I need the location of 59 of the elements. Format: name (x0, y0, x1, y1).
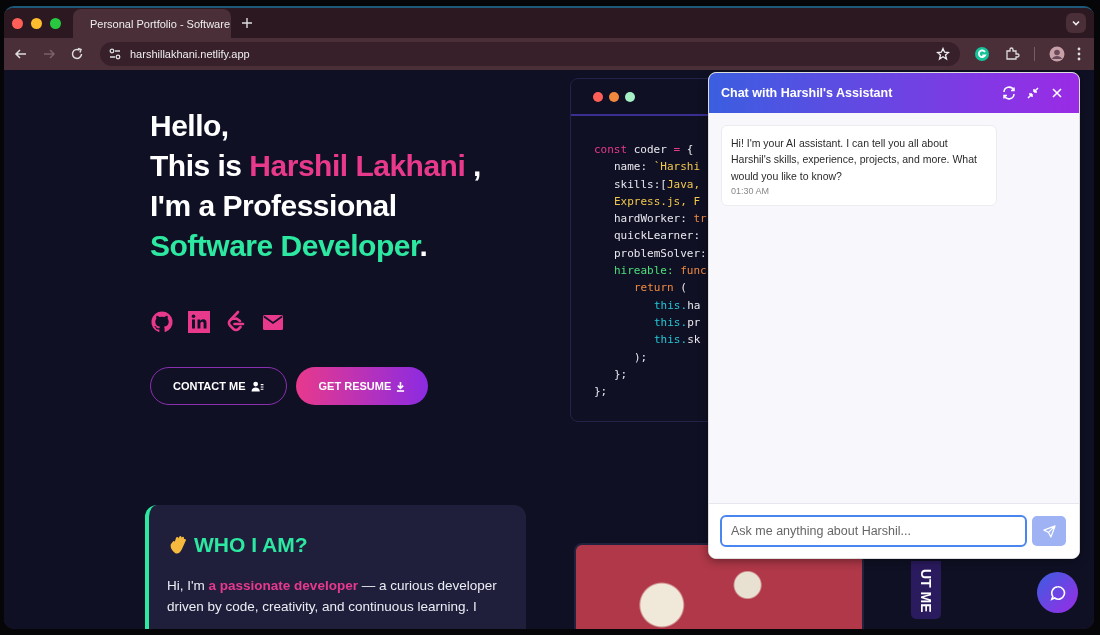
code-line: Express.js, F (613, 193, 701, 210)
code-line: }; (613, 366, 628, 383)
code-line: return ( (633, 280, 687, 297)
chat-title: Chat with Harshil's Assistant (721, 86, 893, 100)
code-line: this.sk (653, 332, 701, 349)
window-dot (609, 92, 619, 102)
code-line: name: `Harshi (613, 159, 701, 176)
new-tab-icon[interactable] (241, 17, 253, 29)
profile-avatar-icon[interactable] (1049, 46, 1065, 62)
code-line: hireable: func (613, 263, 707, 280)
code-line: const coder = { (594, 142, 694, 158)
heading-line: This is Harshil Lakhani , (150, 148, 481, 184)
reload-icon[interactable] (70, 47, 84, 61)
chat-launcher-button[interactable] (1037, 572, 1078, 613)
code-line: quickLearner: (613, 228, 701, 245)
address-bar[interactable]: harshillakhani.netlify.app (100, 42, 960, 66)
url-text: harshillakhani.netlify.app (130, 48, 250, 60)
person-card-icon (250, 380, 264, 392)
bookmark-star-icon[interactable] (936, 47, 950, 61)
message-time: 01:30 AM (731, 185, 771, 196)
puzzle-piece-icon[interactable] (1004, 46, 1020, 62)
refresh-icon[interactable] (1002, 86, 1016, 100)
about-paragraph: Hi, I'm a passionate developer — a curious developer driven by code, creativity, and continuous learning. I (167, 577, 498, 616)
about-me-tab[interactable]: UT ME (911, 561, 941, 619)
code-line: }; (594, 384, 608, 401)
code-line: this.ha (653, 297, 701, 314)
code-line: skills:[Java, (613, 176, 701, 193)
window-control-dot[interactable] (50, 17, 61, 29)
back-arrow-icon[interactable] (14, 47, 28, 61)
heading-line: Software Developer. (150, 228, 428, 264)
site-settings-icon (108, 47, 122, 61)
window-control-dot[interactable] (12, 17, 23, 29)
resume-button[interactable]: GET RESUME (295, 367, 429, 405)
browser-tab[interactable]: Personal Portfolio - Software (73, 9, 231, 39)
window-control-dot[interactable] (31, 17, 42, 29)
code-line: problemSolver: (613, 245, 707, 262)
message-input[interactable]: Ask me anything about Harshil... (720, 515, 1027, 547)
contact-button[interactable]: CONTACT ME (150, 367, 287, 405)
code-line: hardWorker: tr (613, 211, 707, 228)
window-dot (625, 92, 635, 102)
close-icon[interactable] (1050, 86, 1064, 100)
send-icon (1042, 524, 1056, 538)
linkedin-icon[interactable] (187, 310, 211, 334)
tab-title: Personal Portfolio - Software (90, 18, 230, 30)
code-line: ); (633, 349, 648, 366)
download-icon (396, 380, 406, 392)
code-line: this.pr (653, 314, 701, 331)
section-title: WHO I AM? (194, 533, 308, 557)
minimize-icon[interactable] (1026, 86, 1040, 100)
g-extension-icon[interactable] (974, 46, 990, 62)
chat-bubble-icon (1049, 584, 1066, 601)
more-options-icon[interactable] (1077, 47, 1081, 61)
tab-list-button[interactable] (1066, 13, 1086, 33)
window-dot (593, 92, 603, 102)
heading-line: I'm a Professional (150, 188, 397, 224)
message-text: Hi! I'm your AI assistant. I can tell you all about Harshil's skills, experience, projects, and more. What would you like to know? (731, 136, 978, 184)
chevron-down-icon (1071, 18, 1081, 28)
heading-line: Hello, (150, 108, 229, 144)
github-icon[interactable] (150, 310, 174, 334)
